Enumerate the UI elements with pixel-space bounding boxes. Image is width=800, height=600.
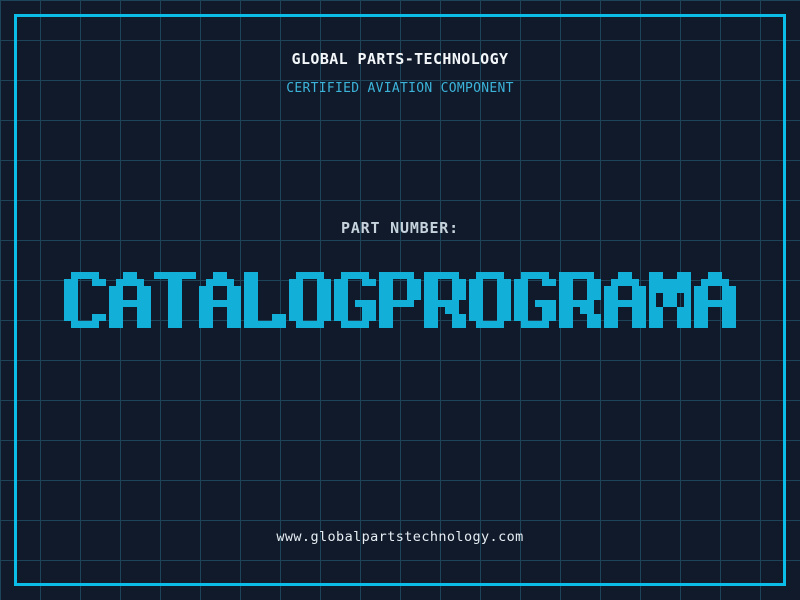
part-number-pixel-text [64,272,736,328]
part-number-display [0,272,800,328]
part-number-label: PART NUMBER: [341,219,459,237]
company-name: GLOBAL PARTS-TECHNOLOGY [291,50,509,68]
certification-label: CERTIFIED AVIATION COMPONENT [286,81,514,96]
blueprint-placard: GLOBAL PARTS-TECHNOLOGY CERTIFIED AVIATI… [0,0,800,600]
website-url: www.globalpartstechnology.com [276,529,524,545]
